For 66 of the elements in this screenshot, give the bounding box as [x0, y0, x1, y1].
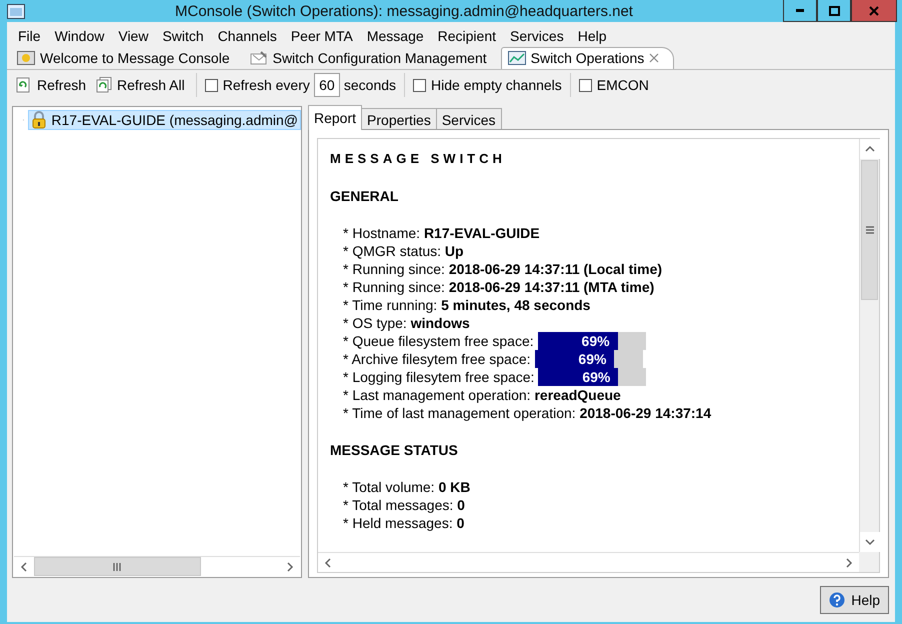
menu-item[interactable]: Services — [503, 28, 571, 44]
help-button[interactable]: Help — [820, 586, 889, 614]
menu-item[interactable]: Help — [570, 28, 614, 44]
usage-reading: 69% — [582, 369, 610, 385]
editor-tab[interactable]: Switch Configuration Management — [244, 47, 501, 69]
checkbox[interactable]: Refresh every — [204, 77, 310, 93]
report-line: * Time of last management operation: 2018-06-29 14:37:14 — [343, 404, 712, 422]
help-icon — [829, 592, 846, 608]
editor-tab[interactable]: Switch Operations — [500, 47, 674, 69]
editor-tab[interactable]: Welcome to Message Console — [11, 47, 244, 69]
envelope-tab-icon — [250, 50, 268, 64]
scrollbar-thumb[interactable] — [34, 557, 202, 576]
report-line: * Hostname: R17-EVAL-GUIDE — [343, 224, 541, 242]
menu-item[interactable]: Switch — [155, 28, 211, 44]
menu-item[interactable]: View — [111, 28, 156, 44]
grip-icon — [113, 562, 122, 570]
toolbar-button[interactable]: Refresh — [13, 77, 90, 93]
toolbar-button[interactable]: Refresh All — [93, 77, 188, 93]
report-line: * Queue filesystem free space: — [343, 333, 534, 349]
usage-reading: 69% — [582, 333, 610, 349]
grip-icon — [866, 226, 874, 234]
tab[interactable]: Report — [308, 105, 362, 130]
checkbox[interactable]: EMCON — [578, 77, 649, 93]
menu-item[interactable]: Peer MTA — [284, 28, 360, 44]
report-line: * Held messages: 0 — [343, 514, 466, 532]
close-button[interactable] — [851, 0, 897, 22]
menu-item[interactable]: Window — [48, 28, 112, 44]
checkbox[interactable]: Hide empty channels — [413, 77, 562, 93]
report-line: * OS type: windows — [343, 314, 471, 332]
report-line: * QMGR status: Up — [343, 242, 465, 260]
report-line: * Running since: 2018-06-29 14:37:11 (MTA time) — [343, 278, 656, 296]
window-title: MConsole (Switch Operations): messaging.admin@headquarters.net — [174, 2, 634, 20]
menu-item[interactable]: Message — [360, 28, 431, 44]
section-heading: MESSAGE STATUS — [330, 442, 459, 458]
maximize-button[interactable] — [817, 0, 851, 22]
scroll-up-button[interactable] — [860, 139, 880, 159]
report-line: * Total volume: 0 KB — [343, 478, 472, 496]
report-line: * Time running: 5 minutes, 48 seconds — [343, 296, 592, 314]
menu-item[interactable]: File — [11, 28, 48, 44]
number-field[interactable]: 60 — [314, 73, 340, 97]
maximize-icon — [828, 6, 840, 16]
tab[interactable]: Properties — [361, 108, 437, 130]
close-icon — [649, 53, 660, 63]
window-icon — [7, 4, 25, 18]
report-line: * Logging filesytem free space: — [343, 369, 534, 385]
refresh-all-icon — [96, 77, 112, 93]
report-line: * Running since: 2018-06-29 14:37:11 (Local time) — [343, 260, 664, 278]
tree-item[interactable]: R17-EVAL-GUIDE (messaging.admin@ — [28, 110, 301, 130]
minimize-icon — [796, 9, 804, 12]
report-line: * Archive filesytem free space: — [343, 351, 531, 367]
tab[interactable]: Services — [436, 108, 502, 130]
close-icon — [869, 6, 879, 16]
minimize-button[interactable] — [783, 0, 817, 22]
toolbar-label: seconds — [344, 77, 396, 93]
scroll-down-button[interactable] — [860, 532, 880, 552]
report-line: * Total messages: 0 — [343, 496, 466, 514]
menu-item[interactable]: Recipient — [430, 28, 504, 44]
usage-reading: 69% — [578, 351, 606, 367]
chart-tab-icon — [508, 51, 526, 65]
section-heading: GENERAL — [330, 188, 400, 204]
scrollbar-thumb[interactable] — [861, 160, 878, 300]
lock-icon — [31, 111, 48, 129]
menu-item[interactable]: Channels — [210, 28, 284, 44]
report-line: * Last management operation: rereadQueue — [343, 386, 622, 404]
report-title: MESSAGE SWITCH — [330, 151, 507, 166]
refresh-icon — [16, 77, 32, 93]
